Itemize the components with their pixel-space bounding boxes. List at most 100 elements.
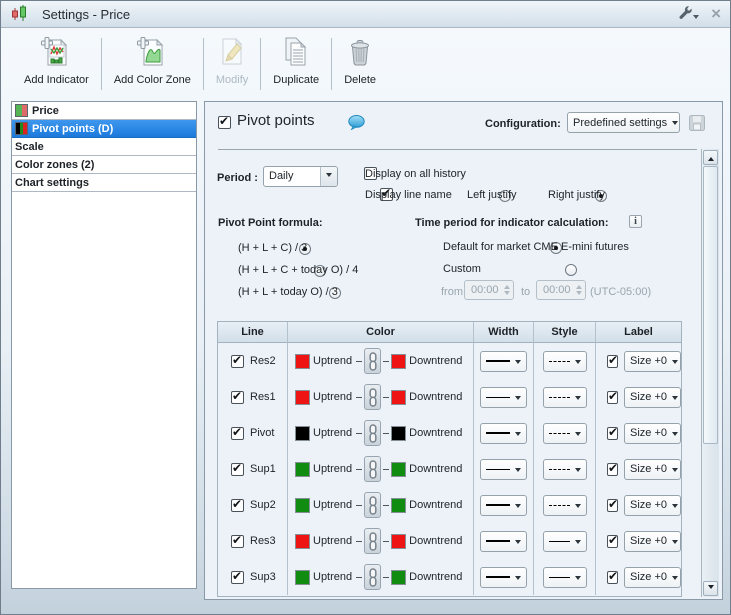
link-colors-button[interactable] [364,564,381,590]
uptrend-color-swatch[interactable] [295,570,310,585]
width-dropdown[interactable] [480,351,527,372]
from-time-spinner: 00:00 [464,280,514,300]
line-visible-checkbox[interactable] [231,499,244,512]
close-button[interactable]: × [711,7,721,21]
label-visible-checkbox[interactable] [607,499,618,512]
downtrend-color-swatch[interactable] [391,570,406,585]
speech-balloon-icon[interactable] [348,115,365,134]
link-line [356,397,362,398]
downtrend-color-swatch[interactable] [391,390,406,405]
width-dropdown[interactable] [480,495,527,516]
tools-menu-button[interactable] [677,5,699,23]
uptrend-color-swatch[interactable] [295,498,310,513]
sidebar-item-price[interactable]: Price [12,102,196,120]
label-visible-checkbox[interactable] [607,571,618,584]
line-visible-checkbox[interactable] [231,427,244,440]
label-visible-checkbox[interactable] [607,355,618,368]
downtrend-color-swatch[interactable] [391,462,406,477]
from-label: from [441,286,463,298]
add-color-zone-button[interactable]: Add Color Zone [105,36,200,86]
sidebar-item-color-zones[interactable]: Color zones (2) [12,156,196,174]
line-name: Res2 [250,355,276,367]
delete-icon [344,36,376,71]
width-dropdown[interactable] [480,423,527,444]
delete-button[interactable]: Delete [335,36,385,86]
link-colors-button[interactable] [364,492,381,518]
link-colors-button[interactable] [364,348,381,374]
scroll-up-button[interactable] [703,150,718,165]
sidebar-item-pivot-points[interactable]: Pivot points (D) [12,120,196,138]
duplicate-button[interactable]: Duplicate [264,36,328,86]
link-colors-button[interactable] [364,384,381,410]
label-size-dropdown[interactable]: Size +0 [624,387,681,408]
link-line [383,361,389,362]
style-dropdown[interactable] [543,567,587,588]
link-line [356,577,362,578]
line-name: Pivot [250,427,274,439]
downtrend-color-swatch[interactable] [391,498,406,513]
width-dropdown[interactable] [480,531,527,552]
formula-option-label: (H + L + C) / 3 [238,242,307,254]
line-visible-checkbox[interactable] [231,463,244,476]
line-visible-checkbox[interactable] [231,535,244,548]
uptrend-color-swatch[interactable] [295,534,310,549]
uptrend-color-swatch[interactable] [295,426,310,441]
display-line-name-label: Display line name [365,189,452,201]
link-colors-button[interactable] [364,456,381,482]
style-dropdown[interactable] [543,531,587,552]
width-dropdown[interactable] [480,387,527,408]
lines-table: Line Color Width Style Label Res2 [217,321,682,597]
indicator-enabled-checkbox[interactable] [218,116,231,129]
label-size-dropdown[interactable]: Size +0 [624,351,681,372]
label-size-dropdown[interactable]: Size +0 [624,423,681,444]
period-dropdown[interactable]: Daily [263,166,338,187]
period-label: Period : [217,172,258,184]
configuration-dropdown[interactable]: Predefined settings [567,112,680,133]
add-indicator-button[interactable]: Add Indicator [15,36,98,86]
link-line [383,433,389,434]
style-dropdown[interactable] [543,423,587,444]
downtrend-color-swatch[interactable] [391,354,406,369]
link-colors-button[interactable] [364,420,381,446]
label-visible-checkbox[interactable] [607,427,618,440]
sidebar-item-chart-settings[interactable]: Chart settings [12,174,196,192]
link-line [383,505,389,506]
scroll-down-button[interactable] [703,581,718,596]
line-name: Sup2 [250,499,276,511]
style-dropdown[interactable] [543,351,587,372]
style-dropdown[interactable] [543,387,587,408]
style-dropdown[interactable] [543,495,587,516]
vertical-scrollbar[interactable] [701,149,719,597]
table-row: Sup2 Uptrend [218,487,681,523]
label-size-dropdown[interactable]: Size +0 [624,459,681,480]
modify-icon [216,36,248,71]
column-header-label: Label [596,322,681,343]
label-size-dropdown[interactable]: Size +0 [624,567,681,588]
line-visible-checkbox[interactable] [231,355,244,368]
uptrend-color-swatch[interactable] [295,462,310,477]
sidebar-item-scale[interactable]: Scale [12,138,196,156]
link-colors-button[interactable] [364,528,381,554]
width-dropdown[interactable] [480,459,527,480]
line-visible-checkbox[interactable] [231,571,244,584]
dropdown-arrow-button[interactable] [320,167,337,186]
label-size-dropdown[interactable]: Size +0 [624,495,681,516]
scrollbar-thumb[interactable] [703,166,718,444]
label-size-dropdown[interactable]: Size +0 [624,531,681,552]
custom-radio[interactable] [565,264,577,276]
label-visible-checkbox[interactable] [607,391,618,404]
uptrend-color-swatch[interactable] [295,390,310,405]
column-header-style: Style [534,322,596,343]
downtrend-color-swatch[interactable] [391,426,406,441]
line-visible-checkbox[interactable] [231,391,244,404]
link-line [356,433,362,434]
label-visible-checkbox[interactable] [607,463,618,476]
width-dropdown[interactable] [480,567,527,588]
label-visible-checkbox[interactable] [607,535,618,548]
uptrend-label: Uptrend [313,571,352,583]
info-icon[interactable]: i [629,215,642,228]
uptrend-color-swatch[interactable] [295,354,310,369]
style-dropdown[interactable] [543,459,587,480]
downtrend-color-swatch[interactable] [391,534,406,549]
arrow-up-icon [708,154,714,161]
